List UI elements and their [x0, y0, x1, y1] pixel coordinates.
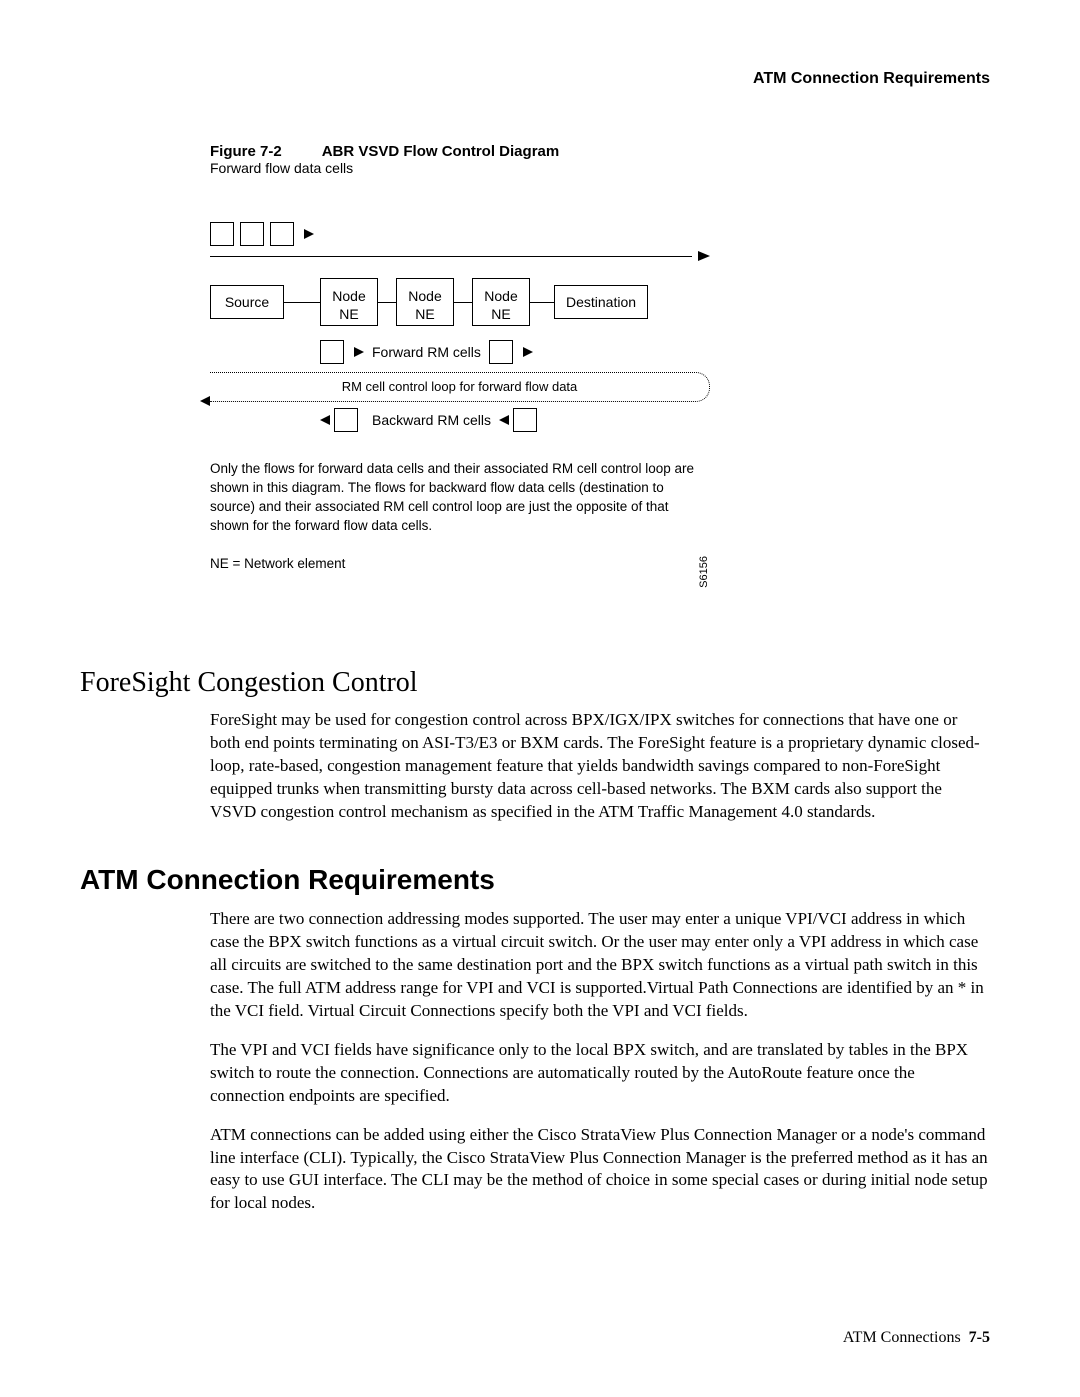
flow-path-line [210, 246, 710, 268]
arrow-left-icon [499, 415, 509, 425]
data-cell-icon [240, 222, 264, 246]
arrow-right-icon [354, 347, 364, 357]
footer-page-number: 7-5 [969, 1329, 990, 1346]
atm-paragraph-2: The VPI and VCI fields have significance… [210, 1039, 990, 1108]
arrow-left-icon [320, 415, 330, 425]
network-element-node: Node NE [396, 278, 454, 326]
figure-7-2: Figure 7-2ABR VSVD Flow Control Diagram … [210, 143, 710, 587]
figure-internal-id: S6156 [698, 556, 710, 588]
rm-cell-icon [513, 408, 537, 432]
destination-node: Destination [554, 285, 648, 319]
forward-rm-row: Forward RM cells [320, 340, 710, 364]
node-bottom-label: NE [491, 306, 510, 322]
page-footer: ATM Connections 7-5 [843, 1329, 990, 1347]
section-heading-foresight: ForeSight Congestion Control [80, 667, 990, 699]
node-top-label: Node [408, 288, 441, 304]
figure-explanation: Only the flows for forward data cells an… [210, 460, 710, 536]
arrow-right-icon [698, 251, 710, 261]
data-cell-icon [270, 222, 294, 246]
source-node: Source [210, 285, 284, 319]
rm-control-loop: RM cell control loop for forward flow da… [210, 372, 710, 402]
node-top-label: Node [332, 288, 365, 304]
atm-paragraph-3: ATM connections can be added using eithe… [210, 1124, 990, 1216]
forward-data-cells [210, 222, 710, 246]
backward-rm-label: Backward RM cells [372, 412, 491, 428]
running-header: ATM Connection Requirements [80, 70, 990, 88]
figure-label: Figure 7-2 [210, 143, 282, 160]
loop-label: RM cell control loop for forward flow da… [210, 379, 709, 394]
ne-legend: NE = Network element [210, 556, 345, 588]
arrow-left-icon [200, 396, 210, 406]
backward-rm-row: Backward RM cells [320, 408, 710, 432]
node-bottom-label: NE [339, 306, 358, 322]
arrow-right-icon [304, 229, 314, 239]
node-bottom-label: NE [415, 306, 434, 322]
arrow-right-icon [523, 347, 533, 357]
footer-chapter: ATM Connections [843, 1329, 961, 1346]
atm-paragraph-1: There are two connection addressing mode… [210, 908, 990, 1023]
data-cell-icon [210, 222, 234, 246]
rm-cell-icon [489, 340, 513, 364]
rm-cell-icon [320, 340, 344, 364]
figure-title: ABR VSVD Flow Control Diagram [322, 143, 560, 160]
flow-diagram: Forward flow data cells Source Node NE [210, 178, 710, 587]
forward-data-label: Forward flow data cells [210, 160, 353, 176]
foresight-paragraph: ForeSight may be used for congestion con… [210, 709, 990, 824]
document-page: ATM Connection Requirements Figure 7-2 AB… [0, 0, 1080, 1397]
figure-caption: Figure 7-2 ABR VSVD Flow Control Diagram [210, 143, 710, 160]
forward-rm-label: Forward RM cells [372, 344, 481, 360]
section-heading-atm: ATM Connection Requirements [80, 864, 990, 896]
node-top-label: Node [484, 288, 517, 304]
network-element-node: Node NE [472, 278, 530, 326]
network-row: Source Node NE Node NE Node NE Destinati… [210, 278, 710, 326]
rm-cell-icon [334, 408, 358, 432]
network-element-node: Node NE [320, 278, 378, 326]
